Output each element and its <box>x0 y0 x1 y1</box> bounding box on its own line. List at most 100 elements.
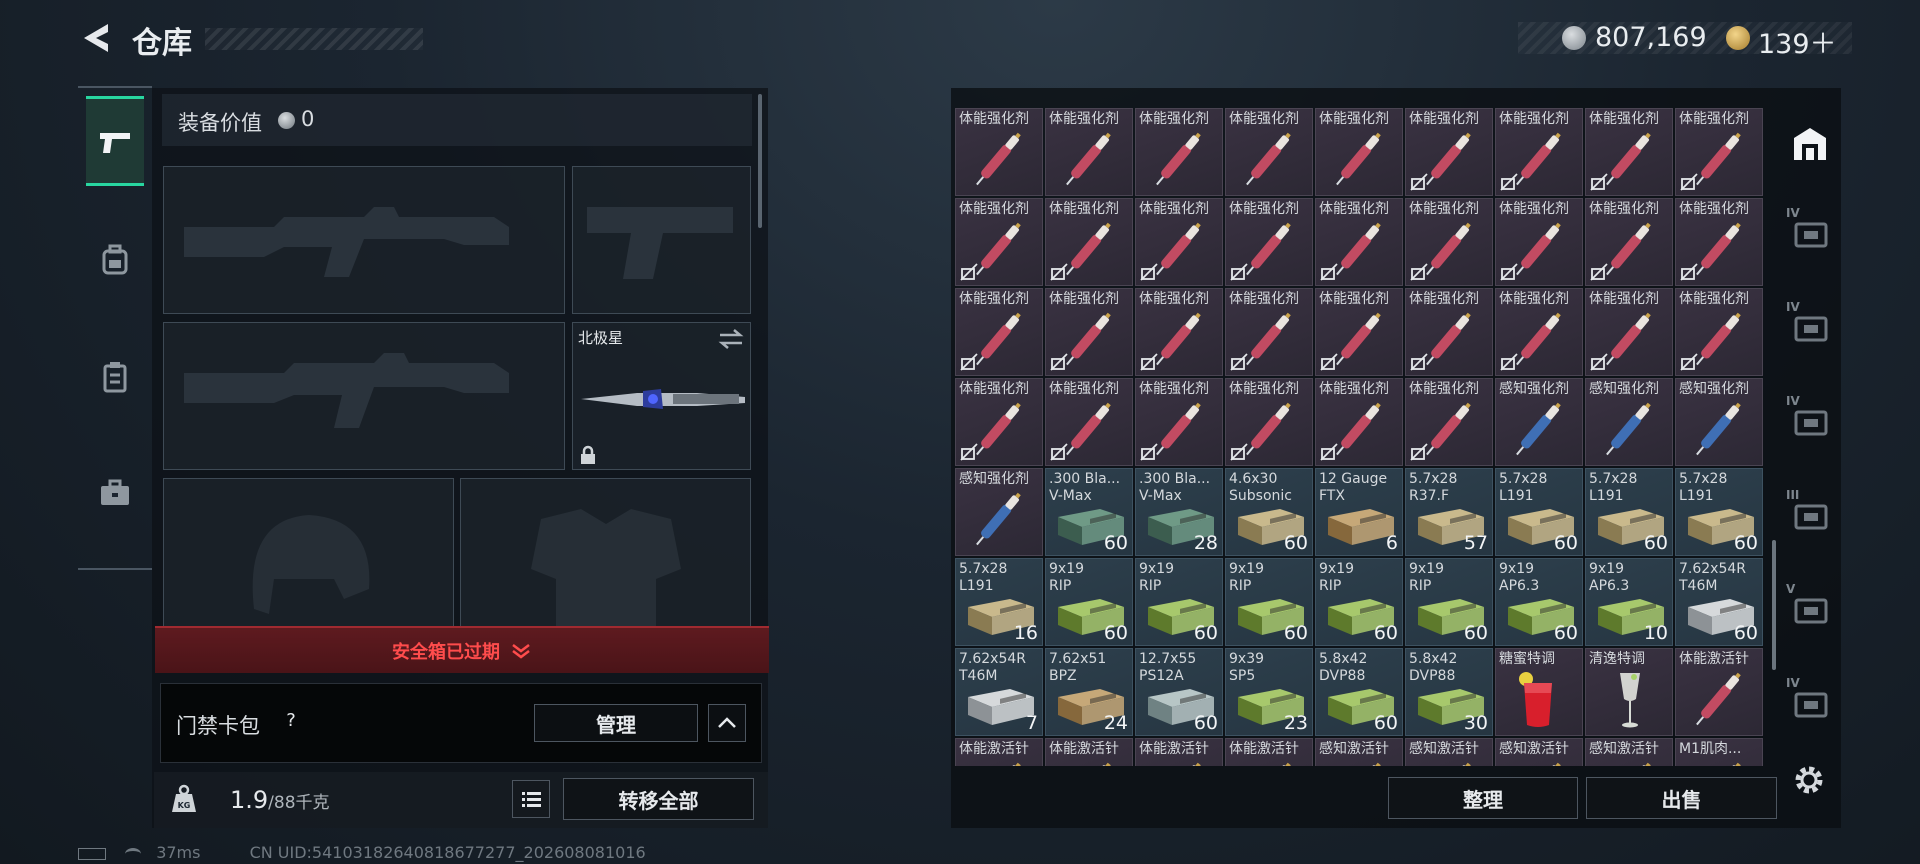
pistol-slot[interactable] <box>572 166 751 314</box>
inventory-item[interactable]: 糖蜜特调 <box>1495 648 1583 736</box>
inventory-item[interactable]: 体能强化剂 <box>1405 198 1493 286</box>
inventory-item[interactable]: 体能强化剂 <box>1135 378 1223 466</box>
inventory-item[interactable]: 7.62x54R T46M 60 <box>1675 558 1763 646</box>
helmet-slot[interactable] <box>163 478 454 628</box>
inventory-item[interactable]: 7.62x54R T46M 7 <box>955 648 1043 736</box>
storage-tab-main[interactable] <box>1786 120 1834 168</box>
inventory-item[interactable]: M1肌肉... <box>1675 738 1763 766</box>
inventory-item[interactable]: 体能激活针 <box>1135 738 1223 766</box>
inventory-item[interactable]: 12.7x55 PS12A 60 <box>1135 648 1223 736</box>
swap-icon[interactable] <box>718 328 744 350</box>
inventory-item[interactable]: 体能强化剂 <box>1495 288 1583 376</box>
inventory-item[interactable]: 体能强化剂 <box>1675 108 1763 196</box>
inventory-item[interactable]: 体能强化剂 <box>1495 198 1583 286</box>
nav-case[interactable] <box>86 448 144 538</box>
inventory-item[interactable]: 4.6x30 Subsonic 60 <box>1225 468 1313 556</box>
inventory-item[interactable]: 9x19 AP6.3 60 <box>1495 558 1583 646</box>
inventory-item[interactable]: 9x19 AP6.3 10 <box>1585 558 1673 646</box>
storage-tier-tab[interactable]: IV <box>1786 394 1834 442</box>
sell-button[interactable]: 出售 <box>1586 777 1777 819</box>
inventory-item[interactable]: 体能强化剂 <box>1315 108 1403 196</box>
inventory-item[interactable]: 5.8x42 DVP88 30 <box>1405 648 1493 736</box>
premium-currency-balance[interactable]: 139＋ <box>1758 22 1837 61</box>
inventory-item[interactable]: 体能强化剂 <box>1315 198 1403 286</box>
inventory-item[interactable]: 体能强化剂 <box>1585 288 1673 376</box>
collapse-button[interactable] <box>708 704 746 742</box>
inventory-item[interactable]: 体能强化剂 <box>1405 288 1493 376</box>
inventory-item[interactable]: 体能强化剂 <box>1045 378 1133 466</box>
inventory-item[interactable]: 5.8x42 DVP88 60 <box>1315 648 1403 736</box>
storage-tier-tab[interactable]: IV <box>1786 676 1834 724</box>
inventory-item[interactable]: 感知强化剂 <box>1585 378 1673 466</box>
inventory-item[interactable]: 感知强化剂 <box>1495 378 1583 466</box>
inventory-item[interactable]: 5.7x28 L191 16 <box>955 558 1043 646</box>
inventory-item[interactable]: 体能强化剂 <box>1495 108 1583 196</box>
inventory-item[interactable]: 体能强化剂 <box>955 288 1043 376</box>
inventory-item[interactable]: 体能强化剂 <box>1135 108 1223 196</box>
help-button[interactable]: ? <box>279 710 303 734</box>
inventory-item[interactable]: 体能激活针 <box>1225 738 1313 766</box>
melee-slot[interactable]: 北极星 <box>572 322 751 470</box>
inventory-item[interactable]: 感知激活针 <box>1405 738 1493 766</box>
inventory-item[interactable]: 9x19 RIP 60 <box>1135 558 1223 646</box>
premium-currency-icon[interactable] <box>1726 26 1750 50</box>
inventory-item[interactable]: 体能强化剂 <box>955 108 1043 196</box>
panel-scrollbar[interactable] <box>758 94 762 228</box>
inventory-item[interactable]: 体能强化剂 <box>1405 378 1493 466</box>
list-view-button[interactable] <box>512 780 550 818</box>
inventory-item[interactable]: 感知激活针 <box>1315 738 1403 766</box>
inventory-item[interactable]: 5.7x28 L191 60 <box>1495 468 1583 556</box>
inventory-item[interactable]: 9x19 RIP 60 <box>1225 558 1313 646</box>
inventory-item[interactable]: 体能激活针 <box>1675 648 1763 736</box>
primary-weapon-slot-1[interactable] <box>163 166 565 314</box>
inventory-item[interactable]: 体能强化剂 <box>1675 198 1763 286</box>
inventory-item[interactable]: 5.7x28 L191 60 <box>1675 468 1763 556</box>
inventory-item[interactable]: 5.7x28 R37.F 57 <box>1405 468 1493 556</box>
back-arrow-icon[interactable] <box>78 20 112 56</box>
inventory-item[interactable]: 体能强化剂 <box>1315 288 1403 376</box>
inventory-item[interactable]: 感知激活针 <box>1585 738 1673 766</box>
inventory-item[interactable]: 体能强化剂 <box>1135 288 1223 376</box>
inventory-item[interactable]: 体能强化剂 <box>1585 198 1673 286</box>
inventory-item[interactable]: 清逸特调 <box>1585 648 1673 736</box>
inventory-item[interactable]: 7.62x51 BPZ 24 <box>1045 648 1133 736</box>
manage-button[interactable]: 管理 <box>534 704 698 742</box>
inventory-item[interactable]: 体能强化剂 <box>955 198 1043 286</box>
inventory-item[interactable]: 5.7x28 L191 60 <box>1585 468 1673 556</box>
inventory-item[interactable]: 感知强化剂 <box>1675 378 1763 466</box>
nav-backpack[interactable] <box>86 214 144 304</box>
inventory-item[interactable]: 体能强化剂 <box>1045 108 1133 196</box>
inventory-item[interactable]: 体能强化剂 <box>1225 288 1313 376</box>
inventory-item[interactable]: 体能强化剂 <box>1225 198 1313 286</box>
armor-slot[interactable] <box>460 478 751 628</box>
inventory-item[interactable]: 体能激活针 <box>1045 738 1133 766</box>
nav-weapons[interactable] <box>86 96 144 186</box>
inventory-item[interactable]: .300 Bla... V-Max 28 <box>1135 468 1223 556</box>
inventory-item[interactable]: 体能强化剂 <box>1045 288 1133 376</box>
inventory-item[interactable]: 9x39 SP5 23 <box>1225 648 1313 736</box>
inventory-item[interactable]: 感知激活针 <box>1495 738 1583 766</box>
storage-tier-tab[interactable]: IV <box>1786 206 1834 254</box>
secure-case-expired-banner[interactable]: 安全箱已过期 <box>155 626 769 673</box>
transfer-all-button[interactable]: 转移全部 <box>563 778 754 820</box>
inventory-item[interactable]: 感知强化剂 <box>955 468 1043 556</box>
primary-weapon-slot-2[interactable] <box>163 322 565 470</box>
storage-tier-tab[interactable]: III <box>1786 488 1834 536</box>
inventory-item[interactable]: 9x19 RIP 60 <box>1405 558 1493 646</box>
storage-tier-tab[interactable]: V <box>1786 582 1834 630</box>
inventory-item[interactable]: 体能强化剂 <box>1405 108 1493 196</box>
inventory-item[interactable]: 9x19 RIP 60 <box>1315 558 1403 646</box>
inventory-item[interactable]: 体能强化剂 <box>1135 198 1223 286</box>
inventory-item[interactable]: 体能强化剂 <box>1675 288 1763 376</box>
inventory-item[interactable]: 12 Gauge FTX 6 <box>1315 468 1403 556</box>
inventory-item[interactable]: 体能强化剂 <box>955 378 1043 466</box>
gear-icon[interactable] <box>1791 762 1827 798</box>
storage-tier-tab[interactable]: IV <box>1786 300 1834 348</box>
inventory-item[interactable]: 9x19 RIP 60 <box>1045 558 1133 646</box>
inventory-scrollbar[interactable] <box>1772 540 1776 670</box>
nav-vest[interactable] <box>86 332 144 422</box>
inventory-item[interactable]: .300 Bla... V-Max 60 <box>1045 468 1133 556</box>
inventory-item[interactable]: 体能激活针 <box>955 738 1043 766</box>
inventory-item[interactable]: 体能强化剂 <box>1315 378 1403 466</box>
inventory-item[interactable]: 体能强化剂 <box>1225 378 1313 466</box>
